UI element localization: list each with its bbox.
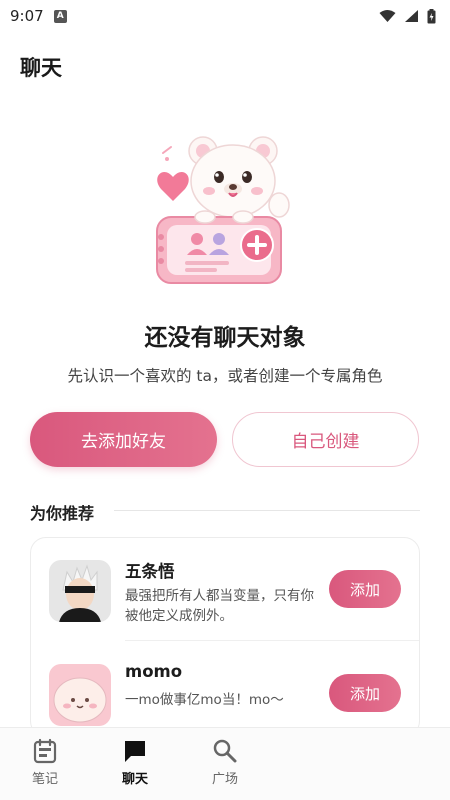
status-bar: 9:07 A xyxy=(0,0,450,32)
battery-icon xyxy=(427,8,436,23)
list-item[interactable]: momo 一mo做事亿mo当！mo～ 添加 xyxy=(31,642,419,736)
section-divider xyxy=(114,510,420,511)
nav-item-square[interactable]: 广场 xyxy=(180,728,270,800)
create-own-button[interactable]: 自己创建 xyxy=(232,412,419,467)
chat-icon xyxy=(125,741,145,762)
search-icon xyxy=(213,739,237,763)
nav-label: 笔记 xyxy=(31,772,58,787)
add-friend-button[interactable]: 去添加好友 xyxy=(30,412,217,467)
notes-icon xyxy=(33,738,57,764)
list-item[interactable]: 五条悟 最强把所有人都当变量，只有你被他定义成例外。 添加 xyxy=(31,538,419,638)
recommend-desc: 一mo做事亿mo当！mo～ xyxy=(125,692,284,708)
nav-label: 聊天 xyxy=(121,772,148,787)
row-divider xyxy=(125,640,419,641)
status-time: 9:07 xyxy=(10,7,44,25)
status-icons xyxy=(379,8,436,24)
recommend-desc: 最强把所有人都当变量，只有你被他定义成例外。 xyxy=(125,588,314,624)
momo-avatar xyxy=(49,664,111,726)
recommend-name: momo xyxy=(125,662,183,681)
bottom-nav: 笔记 聊天 广场 xyxy=(0,727,450,800)
nav-label: 广场 xyxy=(211,772,238,787)
bear-with-card-illustration xyxy=(156,136,290,284)
add-button[interactable]: 添加 xyxy=(329,674,401,712)
add-button[interactable]: 添加 xyxy=(329,570,401,608)
page-title: 聊天 xyxy=(20,56,62,80)
empty-state-subtitle: 先认识一个喜欢的 ta，或者创建一个专属角色 xyxy=(67,367,383,385)
recommend-section-title: 为你推荐 xyxy=(30,504,95,523)
signal-icon xyxy=(405,10,418,22)
recommend-card: 五条悟 最强把所有人都当变量，只有你被他定义成例外。 添加 momo 一mo做事… xyxy=(30,537,420,737)
gojo-avatar xyxy=(49,560,111,622)
nav-item-notes[interactable]: 笔记 xyxy=(0,728,90,800)
recommend-name: 五条悟 xyxy=(125,562,175,581)
a-icon: A xyxy=(53,9,67,23)
empty-state-title: 还没有聊天对象 xyxy=(144,325,306,351)
wifi-icon xyxy=(379,10,396,22)
nav-item-chat[interactable]: 聊天 xyxy=(90,728,180,800)
